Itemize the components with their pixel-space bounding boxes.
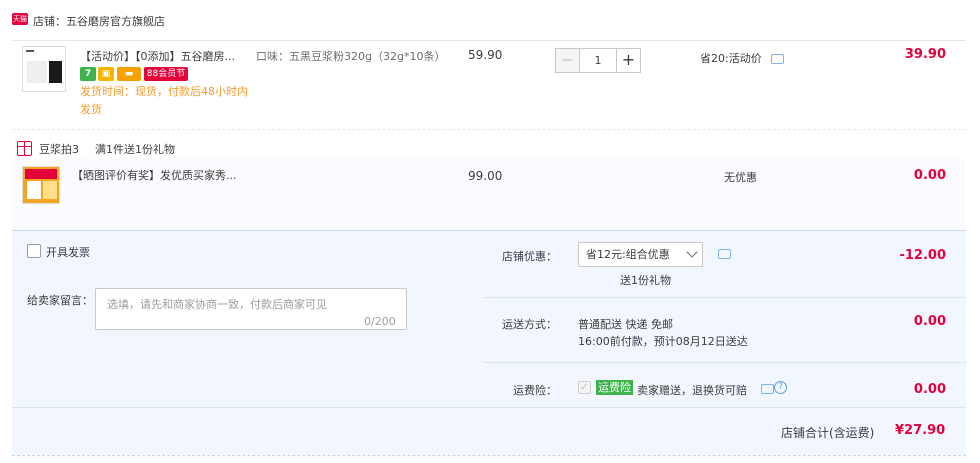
item-promo: 省20:活动价 <box>700 52 762 65</box>
note-label: 给卖家留言： <box>27 294 93 307</box>
increment-button[interactable]: + <box>616 48 641 73</box>
gift-price: 99.00 <box>468 169 503 183</box>
unit-price: 59.90 <box>468 48 503 62</box>
store-discount-value: -12.00 <box>899 248 946 263</box>
insurance-badge: 运费险 <box>596 380 633 395</box>
message-icon[interactable] <box>771 54 784 64</box>
divider <box>483 297 966 298</box>
gift-total: 0.00 <box>913 168 946 183</box>
product-title[interactable]: 【活动价】【0添加】五谷磨房... <box>80 48 245 66</box>
shopping-bag-badge-icon: ▣ <box>98 67 114 81</box>
invoice-label[interactable]: 开具发票 <box>46 244 90 260</box>
seven-day-return-badge: 7 <box>80 67 96 81</box>
divider <box>12 407 966 408</box>
gift-rule: 满1件送1份礼物 <box>95 143 175 156</box>
message-icon[interactable] <box>718 249 731 259</box>
note-placeholder: 选填，请先和商家协商一致，付款后商家可见 <box>107 298 327 311</box>
product-thumbnail[interactable] <box>22 46 66 92</box>
decrement-button[interactable]: − <box>555 48 580 73</box>
ship-time: 发货时间：现货，付款后48小时内发货 <box>80 85 248 116</box>
insurance-checkbox: ✓ <box>578 381 591 394</box>
insurance-label: 运费险： <box>513 384 557 397</box>
quantity-stepper: − 1 + <box>555 48 641 73</box>
quantity-input[interactable]: 1 <box>580 48 616 73</box>
gift-icon <box>17 141 32 156</box>
gift-thumbnail[interactable] <box>22 166 60 204</box>
insurance-text: 卖家赠送，退换货可赔 <box>637 384 747 397</box>
insurance-value: 0.00 <box>913 382 946 397</box>
store-total-label: 店铺合计(含运费) <box>781 426 875 440</box>
store-discount-gift: 送1份礼物 <box>620 274 671 287</box>
divider <box>12 455 966 457</box>
divider <box>483 362 966 363</box>
message-icon[interactable] <box>761 384 774 394</box>
store-total-value: ¥27.90 <box>895 423 946 438</box>
item-total: 39.90 <box>904 47 946 62</box>
shop-name[interactable]: 店铺：五谷磨房官方旗舰店 <box>33 13 165 29</box>
shop-header: 天猫 店铺：五谷磨房官方旗舰店 <box>0 0 980 40</box>
gift-promo-label: 豆浆拍3 <box>39 143 79 156</box>
invoice-checkbox[interactable] <box>27 244 41 258</box>
note-char-count: 0/200 <box>364 315 396 328</box>
shipping-value: 0.00 <box>913 314 946 329</box>
card-badge-icon: ▬ <box>117 67 141 81</box>
shipping-eta: 16:00前付款，预计08月12日送达 <box>578 335 748 348</box>
shipping-label: 运送方式： <box>502 318 557 331</box>
gift-title[interactable]: 【晒图评价有奖】发优质买家秀... <box>72 167 237 183</box>
store-discount-select[interactable]: 省12元:组合优惠 <box>578 242 703 267</box>
member-festival-badge: 88会员节 <box>144 67 188 81</box>
sku-flavor: 口味：五黑豆浆粉320g（32g*10条） <box>256 50 446 63</box>
help-icon[interactable]: ? <box>774 381 787 394</box>
shipping-method: 普通配送 快递 免邮 <box>578 318 673 331</box>
tmall-logo-icon: 天猫 <box>12 13 28 25</box>
gift-discount: 无优惠 <box>724 171 757 184</box>
store-discount-label: 店铺优惠： <box>502 250 557 263</box>
